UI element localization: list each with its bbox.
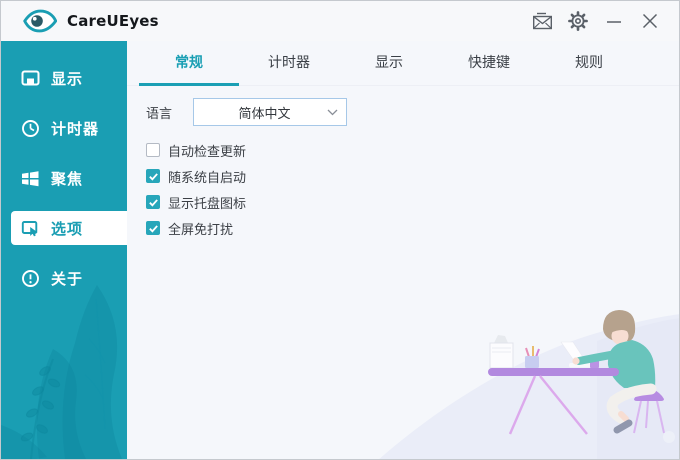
tab-display[interactable]: 显示 [339, 41, 439, 86]
checkbox-label: 显示托盘图标 [168, 193, 246, 212]
tab-timer[interactable]: 计时器 [239, 41, 339, 86]
auto-update-checkbox[interactable] [146, 143, 160, 157]
tab-hotkeys[interactable]: 快捷键 [439, 41, 539, 86]
language-label: 语言 [146, 103, 193, 122]
tab-general[interactable]: 常规 [139, 41, 239, 86]
checkbox-label: 自动检查更新 [168, 141, 246, 160]
checkbox-row-tray-icon: 显示托盘图标 [146, 189, 679, 215]
sidebar: 显示 计时器 [1, 41, 127, 459]
checkbox-label: 随系统自启动 [168, 167, 246, 186]
checkbox-row-auto-update: 自动检查更新 [146, 137, 679, 163]
fullscreen-dnd-checkbox[interactable] [146, 221, 160, 235]
settings-tabs: 常规 计时器 显示 快捷键 规则 [127, 41, 679, 86]
tray-icon-checkbox[interactable] [146, 195, 160, 209]
display-icon [21, 69, 40, 88]
app-title: CareUEyes [67, 12, 159, 30]
timer-icon [21, 119, 40, 138]
about-icon [21, 269, 40, 288]
sidebar-item-label: 计时器 [51, 118, 99, 139]
window-body: 显示 计时器 [1, 41, 679, 459]
titlebar: CareUEyes [1, 1, 679, 41]
careueyes-window: CareUEyes [0, 0, 680, 460]
language-row: 语言 简体中文 [146, 98, 679, 126]
language-select[interactable]: 简体中文 [193, 98, 347, 126]
sidebar-item-options[interactable]: 选项 [1, 203, 127, 253]
chevron-down-icon [327, 109, 338, 116]
checkbox-row-autostart: 随系统自启动 [146, 163, 679, 189]
options-icon [21, 219, 40, 238]
general-settings-form: 语言 简体中文 自动检查更新 [127, 86, 679, 241]
leaf-decoration [1, 279, 127, 459]
gear-icon[interactable] [563, 7, 593, 35]
main-panel: 常规 计时器 显示 快捷键 规则 语言 简体中文 [127, 41, 679, 459]
sidebar-item-label: 显示 [51, 68, 83, 89]
sidebar-item-label: 关于 [51, 268, 83, 289]
language-value: 简体中文 [202, 103, 327, 122]
minimize-icon[interactable] [599, 7, 629, 35]
close-icon[interactable] [635, 7, 665, 35]
sidebar-item-label: 聚焦 [51, 168, 83, 189]
sidebar-item-label: 选项 [51, 218, 83, 239]
sidebar-item-focus[interactable]: 聚焦 [1, 153, 127, 203]
sidebar-item-about[interactable]: 关于 [1, 253, 127, 303]
sidebar-item-display[interactable]: 显示 [1, 53, 127, 103]
checkbox-row-fullscreen-dnd: 全屏免打扰 [146, 215, 679, 241]
focus-icon [21, 169, 40, 188]
mail-icon[interactable] [527, 7, 557, 35]
eye-logo-icon [23, 9, 57, 33]
sidebar-item-timer[interactable]: 计时器 [1, 103, 127, 153]
checkbox-label: 全屏免打扰 [168, 219, 233, 238]
tab-rules[interactable]: 规则 [539, 41, 639, 86]
autostart-checkbox[interactable] [146, 169, 160, 183]
sidebar-nav: 显示 计时器 [1, 41, 127, 303]
